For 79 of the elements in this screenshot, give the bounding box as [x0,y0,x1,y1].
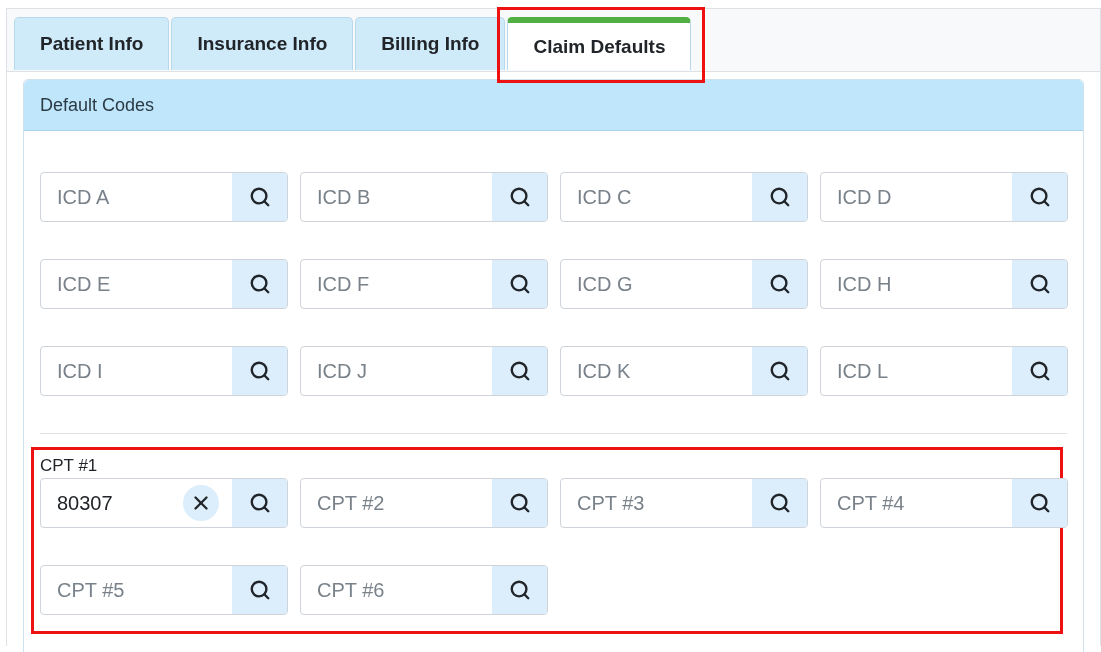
text-input[interactable]: 80307 [41,491,183,515]
search-icon [248,579,271,601]
tab[interactable]: Claim Defaults [507,17,692,70]
search-button[interactable] [1012,479,1067,527]
search-button[interactable] [492,479,547,527]
input-field[interactable]: CPT #2 [300,478,548,528]
search-icon [248,273,271,295]
input-field[interactable]: 80307 [40,478,288,528]
search-icon [508,186,531,208]
text-input[interactable]: ICD C [561,185,752,209]
search-icon [768,273,791,295]
input-field[interactable]: ICD I [40,346,288,396]
text-input[interactable]: CPT #5 [41,578,232,602]
text-input[interactable]: CPT #4 [821,491,1012,515]
search-icon [768,186,791,208]
search-button[interactable] [1012,347,1067,395]
search-button[interactable] [752,260,807,308]
text-input[interactable]: ICD D [821,185,1012,209]
search-button[interactable] [752,479,807,527]
input-field[interactable]: ICD B [300,172,548,222]
input-field[interactable]: ICD K [560,346,808,396]
clear-button[interactable] [183,485,219,521]
search-icon [768,360,791,382]
input-field[interactable]: ICD G [560,259,808,309]
search-icon [1028,273,1051,295]
search-button[interactable] [492,566,547,614]
search-icon [1028,492,1051,514]
search-icon [248,360,271,382]
text-input[interactable]: ICD L [821,359,1012,383]
search-icon [508,579,531,601]
input-field[interactable]: ICD E [40,259,288,309]
search-button[interactable] [492,173,547,221]
search-icon [508,360,531,382]
search-icon [508,273,531,295]
text-input[interactable]: ICD B [301,185,492,209]
search-icon [1028,360,1051,382]
input-field[interactable]: ICD L [820,346,1068,396]
search-button[interactable] [232,260,287,308]
text-input[interactable]: CPT #6 [301,578,492,602]
input-field[interactable]: ICD H [820,259,1068,309]
search-button[interactable] [1012,260,1067,308]
text-input[interactable]: ICD K [561,359,752,383]
text-input[interactable]: ICD F [301,272,492,296]
input-field[interactable]: ICD F [300,259,548,309]
text-input[interactable]: ICD A [41,185,232,209]
input-field[interactable]: ICD A [40,172,288,222]
search-button[interactable] [232,566,287,614]
search-button[interactable] [492,260,547,308]
search-icon [248,492,271,514]
text-input[interactable]: ICD I [41,359,232,383]
input-field[interactable]: CPT #6 [300,565,548,615]
text-input[interactable]: CPT #2 [301,491,492,515]
text-input[interactable]: CPT #3 [561,491,752,515]
input-field[interactable]: ICD C [560,172,808,222]
input-field[interactable]: ICD D [820,172,1068,222]
input-field[interactable]: ICD J [300,346,548,396]
search-icon [1028,186,1051,208]
text-input[interactable]: ICD E [41,272,232,296]
input-field[interactable]: CPT #4 [820,478,1068,528]
search-button[interactable] [232,347,287,395]
tab[interactable]: Insurance Info [171,17,354,70]
tab[interactable]: Billing Info [355,17,506,70]
text-input[interactable]: ICD J [301,359,492,383]
search-button[interactable] [752,347,807,395]
search-button[interactable] [1012,173,1067,221]
input-field[interactable]: CPT #3 [560,478,808,528]
tab[interactable]: Patient Info [14,17,170,70]
search-button[interactable] [492,347,547,395]
search-icon [768,492,791,514]
text-input[interactable]: ICD H [821,272,1012,296]
text-input[interactable]: ICD G [561,272,752,296]
search-button[interactable] [232,479,287,527]
search-icon [248,186,271,208]
search-button[interactable] [232,173,287,221]
search-button[interactable] [752,173,807,221]
panel-title: Default Codes [24,80,1083,131]
input-field[interactable]: CPT #5 [40,565,288,615]
search-icon [508,492,531,514]
field-label: CPT #1 [40,456,99,477]
